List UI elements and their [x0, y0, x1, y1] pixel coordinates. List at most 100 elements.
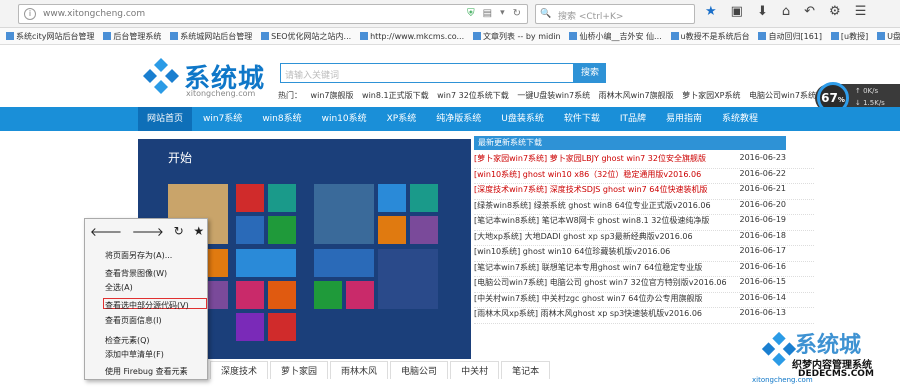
ctx-select-all[interactable]: 全选(A) — [105, 282, 133, 293]
tile — [314, 184, 374, 244]
bookmark-item[interactable]: U盘装系 — [877, 28, 900, 44]
bookmark-icon — [360, 32, 369, 40]
bookmark-icon — [6, 32, 14, 40]
nav-software[interactable]: 软件下载 — [555, 107, 609, 131]
bookmark-icon — [830, 32, 839, 40]
ctx-page-info[interactable]: 查看页面信息(I) — [105, 315, 162, 326]
nav-guide[interactable]: 易用指南 — [657, 107, 711, 131]
tile — [378, 249, 438, 309]
reload-icon[interactable]: ↻ — [513, 8, 521, 19]
news-item[interactable]: [win10系统] ghost win10 x86（32位）稳定通用版v2016… — [474, 169, 814, 184]
hot-link[interactable]: 萝卜家园XP系统 — [682, 91, 740, 100]
bookmark-icon — [170, 32, 179, 40]
news-item[interactable]: [中关村win7系统] 中关村zgc ghost win7 64位办公专用旗舰版… — [474, 293, 814, 308]
news-item[interactable]: [深度技术win7系统] 深度技术SDJS ghost win7 64位快速装机… — [474, 184, 814, 200]
nav-pure[interactable]: 纯净版系统 — [427, 107, 490, 131]
star-icon[interactable]: ★ — [705, 4, 717, 19]
tile — [346, 281, 374, 309]
bookmark-item[interactable]: 系统城网站后台管理 — [170, 28, 252, 44]
upload-speed: ↑ 0K/s — [855, 87, 879, 95]
news-item[interactable]: [雨林木风xp系统] 雨林木风ghost xp sp3快速装机版v2016.06… — [474, 308, 814, 324]
nav-tutorial[interactable]: 系统教程 — [713, 107, 767, 131]
bookmark-item[interactable]: [u教授] — [830, 28, 868, 44]
bookmark-item[interactable]: 文章列表 -- by midin — [473, 28, 561, 44]
nav-win7[interactable]: win7系统 — [194, 107, 251, 131]
back-arrow-icon[interactable]: 🡐 — [90, 224, 122, 239]
ctx-firebug[interactable]: 使用 Firebug 查看元素 — [105, 366, 188, 377]
browser-search-bar[interactable]: 🔍 搜索 <Ctrl+K> — [535, 4, 695, 24]
tab-zhongguancun[interactable]: 中关村 — [450, 361, 500, 379]
main-nav: 网站首页 win7系统 win8系统 win10系统 XP系统 纯净版系统 U盘… — [0, 107, 900, 131]
nav-brand[interactable]: IT品牌 — [611, 107, 655, 131]
bookmark-item[interactable]: http://www.mkcms.co... — [360, 28, 464, 44]
ctx-view-bg-image[interactable]: 查看背景图像(W) — [105, 268, 167, 279]
tile — [378, 216, 406, 244]
forward-arrow-icon[interactable]: 🡒 — [132, 224, 164, 239]
bookmark-item[interactable]: 自动回归[161] — [758, 28, 822, 44]
news-item[interactable]: [笔记本win8系统] 笔记本W8网卡 ghost win8.1 32位极速纯净… — [474, 215, 814, 231]
bookmark-item[interactable]: SEO优化网站之站内... — [261, 28, 351, 44]
bookmark-item[interactable]: 系统city网站后台管理 — [6, 28, 95, 44]
nav-home[interactable]: 网站首页 — [138, 107, 193, 131]
bookmark-star-icon[interactable]: ★ — [193, 224, 204, 238]
nav-usb[interactable]: U盘装系统 — [492, 107, 553, 131]
news-section-header: 最新更新系统下载 — [474, 136, 786, 150]
site-search-button[interactable]: 搜索 — [574, 63, 606, 83]
address-bar[interactable]: i www.xitongcheng.com ⛨ ▤ ▾ ↻ — [18, 4, 528, 24]
ctx-save-page[interactable]: 将页面另存为(A)... — [105, 250, 172, 261]
start-screen-label: 开始 — [168, 151, 193, 165]
tab-notebook[interactable]: 笔记本 — [501, 361, 551, 379]
news-item[interactable]: [萝卜家园win7系统] 萝卜家园LBJY ghost win7 32位安全旗舰… — [474, 153, 814, 169]
menu-icon[interactable]: ☰ — [855, 4, 867, 19]
site-logo-icon[interactable] — [141, 56, 181, 96]
hot-link[interactable]: win7旗舰版 — [311, 91, 354, 100]
nav-win8[interactable]: win8系统 — [253, 107, 310, 131]
nav-xp[interactable]: XP系统 — [378, 107, 426, 131]
bookmark-icon — [569, 32, 578, 40]
search-engine-icon[interactable]: 🔍 — [540, 9, 551, 19]
hot-link[interactable]: 一键U盘装win7系统 — [517, 91, 590, 100]
tile — [378, 184, 406, 212]
tile — [236, 216, 264, 244]
tab-luobo[interactable]: 萝卜家园 — [270, 361, 329, 379]
site-logo-subtitle: xitongcheng.com — [186, 89, 256, 98]
download-icon[interactable]: ⬇ — [757, 4, 768, 19]
extension-icon[interactable]: ⚙ — [829, 4, 841, 19]
tab-diannao[interactable]: 电脑公司 — [390, 361, 449, 379]
hot-link[interactable]: win8.1正式版下载 — [362, 91, 429, 100]
back-history-icon[interactable]: ↶ — [804, 4, 815, 19]
reload-icon[interactable]: ↻ — [174, 224, 184, 238]
ctx-add-list[interactable]: 添加中草清单(F) — [105, 349, 164, 360]
news-item[interactable]: [笔记本win7系统] 联想笔记本专用ghost win7 64位稳定专业版 20… — [474, 262, 814, 277]
reader-icon[interactable]: ▤ — [483, 8, 492, 19]
hot-link[interactable]: 雨林木风win7旗舰版 — [599, 91, 674, 100]
tile — [236, 281, 264, 309]
ctx-inspect-element[interactable]: 检查元素(Q) — [105, 335, 150, 346]
hot-links-label: 热门： — [278, 91, 302, 100]
url-text[interactable]: www.xitongcheng.com — [43, 9, 145, 19]
news-item[interactable]: [大地xp系统] 大地DADI ghost xp sp3最新经典版v2016.0… — [474, 231, 814, 246]
shield-icon[interactable]: ⛨ — [467, 8, 475, 19]
news-item[interactable]: [绿茶win8系统] 绿茶系统 ghost win8 64位专业正式版v2016… — [474, 200, 814, 215]
page-info-icon[interactable]: i — [24, 8, 36, 20]
tab-yulin[interactable]: 雨林木风 — [330, 361, 389, 379]
browser-toolbar: i www.xitongcheng.com ⛨ ▤ ▾ ↻ 🔍 搜索 <Ctrl… — [0, 0, 900, 28]
home-icon[interactable]: ⌂ — [782, 4, 790, 19]
news-item[interactable]: [win10系统] ghost win10 64位珍藏装机版v2016.06 20… — [474, 246, 814, 262]
watermark-text: 系统城 — [795, 333, 862, 358]
bookmark-item[interactable]: u教授不是系统后台 — [670, 28, 750, 44]
bookmark-item[interactable]: 仙桥小编__吉外安 仙... — [569, 28, 662, 44]
tile — [314, 249, 374, 277]
bookmark-icon — [103, 32, 112, 40]
tab-shendu[interactable]: 深度技术 — [210, 361, 269, 379]
dropdown-icon[interactable]: ▾ — [500, 8, 505, 19]
hot-link[interactable]: 电脑公司win7系统 — [749, 91, 816, 100]
nav-win10[interactable]: win10系统 — [313, 107, 376, 131]
search-placeholder: 搜索 <Ctrl+K> — [558, 12, 624, 22]
news-item[interactable]: [电脑公司win7系统] 电脑公司 ghost win7 32位官方特别版v20… — [474, 277, 814, 293]
bookmark-item[interactable]: 后台管理系统 — [103, 28, 161, 44]
hot-link[interactable]: win7 32位系统下载 — [437, 91, 509, 100]
site-search-input[interactable]: 请输入关键词 — [280, 63, 574, 83]
bookmarks-icon[interactable]: ▣ — [731, 4, 743, 19]
ctx-view-source[interactable]: 查看选中部分源代码(V) — [105, 300, 189, 311]
